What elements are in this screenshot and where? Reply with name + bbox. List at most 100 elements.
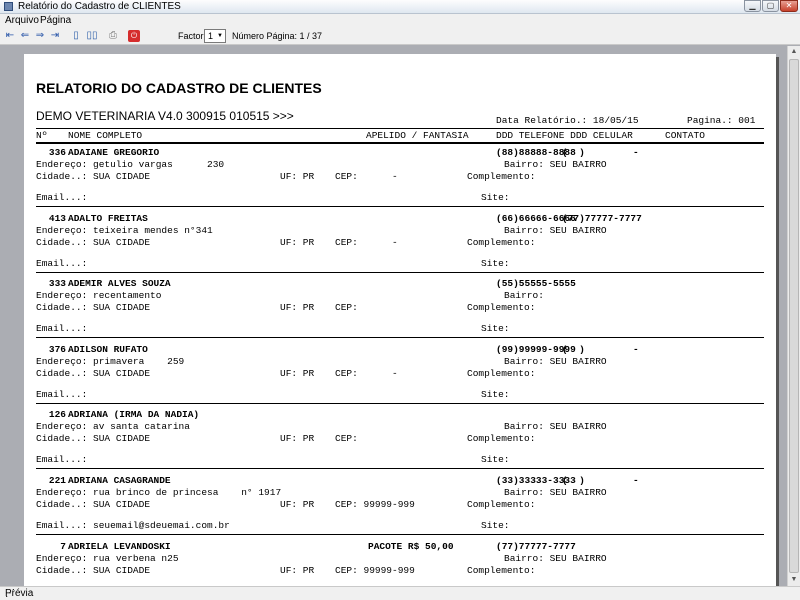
client-cep: CEP: bbox=[335, 433, 358, 444]
last-page-icon[interactable]: ⇥ bbox=[49, 30, 61, 42]
window-title: Relatório do Cadastro de CLIENTES bbox=[18, 1, 181, 12]
next-page-icon[interactable]: ⇒ bbox=[34, 30, 46, 42]
header-name: NOME COMPLETO bbox=[68, 130, 143, 141]
preview-viewport[interactable]: RELATORIO DO CADASTRO DE CLIENTES DEMO V… bbox=[0, 46, 787, 586]
close-button[interactable]: ✕ bbox=[780, 0, 798, 12]
columns-divider bbox=[36, 142, 764, 144]
client-uf: UF: PR bbox=[280, 565, 315, 576]
menu-bar: Arquivo Página bbox=[0, 14, 800, 27]
resize-grip-icon[interactable]: ⋰ bbox=[5, 588, 798, 599]
client-cidade: Cidade..: SUA CIDADE bbox=[36, 171, 151, 182]
client-contact: - bbox=[633, 344, 639, 355]
client-contact: - bbox=[633, 147, 639, 158]
scroll-up-icon[interactable]: ▲ bbox=[788, 46, 800, 58]
header-divider bbox=[36, 128, 764, 129]
client-name: ADILSON RUFATO bbox=[68, 344, 148, 355]
client-phone: (55)55555-5555 bbox=[496, 278, 576, 289]
factor-select[interactable]: 1 ▼ bbox=[204, 29, 226, 43]
client-bairro: Bairro: SEU BAIRRO bbox=[504, 356, 607, 367]
client-id: 413 bbox=[48, 213, 66, 224]
menu-arquivo[interactable]: Arquivo bbox=[5, 15, 39, 26]
minimize-icon: ▁ bbox=[749, 1, 756, 10]
previous-page-icon[interactable]: ⇐ bbox=[19, 30, 31, 42]
record-divider bbox=[36, 206, 764, 207]
client-email: Email...: seuemail@sdeuemai.com.br bbox=[36, 520, 230, 531]
client-name: ADALTO FREITAS bbox=[68, 213, 148, 224]
minimize-button[interactable]: ▁ bbox=[744, 0, 761, 12]
company-name: DEMO VETERINARIA V4.0 300915 010515 >>> bbox=[36, 109, 294, 123]
client-id: 376 bbox=[48, 344, 66, 355]
report-title: RELATORIO DO CADASTRO DE CLIENTES bbox=[36, 80, 322, 96]
client-bairro: Bairro: SEU BAIRRO bbox=[504, 225, 607, 236]
title-bar: Relatório do Cadastro de CLIENTES ▁ ▢ ✕ bbox=[0, 0, 800, 14]
print-icon[interactable]: ⎙ bbox=[107, 30, 119, 42]
client-cep: CEP: 99999-999 bbox=[335, 565, 415, 576]
client-address: Endereço: rua verbena n25 bbox=[36, 553, 179, 564]
client-site: Site: bbox=[481, 454, 510, 465]
client-email: Email...: bbox=[36, 389, 88, 400]
client-id: 221 bbox=[48, 475, 66, 486]
client-id: 336 bbox=[48, 147, 66, 158]
client-name: ADAIANE GREGORIO bbox=[68, 147, 160, 158]
page-number-label: Número Página: 1 / 37 bbox=[232, 31, 323, 41]
client-cell: ( ) bbox=[562, 344, 585, 355]
client-complemento: Complemento: bbox=[467, 302, 536, 313]
stop-icon[interactable]: ⏻ bbox=[128, 30, 140, 42]
header-contact: CONTATO bbox=[665, 130, 705, 141]
client-name: ADEMIR ALVES SOUZA bbox=[68, 278, 171, 289]
vertical-scrollbar[interactable]: ▲ ▼ bbox=[787, 46, 800, 586]
chevron-down-icon: ▼ bbox=[217, 33, 223, 39]
client-uf: UF: PR bbox=[280, 302, 315, 313]
client-address: Endereço: av santa catarina bbox=[36, 421, 190, 432]
scroll-down-icon[interactable]: ▼ bbox=[788, 574, 800, 586]
header-num: Nº bbox=[36, 130, 48, 141]
client-complemento: Complemento: bbox=[467, 171, 536, 182]
client-email: Email...: bbox=[36, 192, 88, 203]
client-cep: CEP: - bbox=[335, 237, 398, 248]
toolbar: ⇤ ⇐ ⇒ ⇥ ▯ ▯▯ ⎙ ⏻ Factor: 1 ▼ Número Pági… bbox=[0, 27, 800, 45]
close-icon: ✕ bbox=[785, 1, 793, 10]
two-pages-icon[interactable]: ▯▯ bbox=[86, 30, 98, 42]
client-complemento: Complemento: bbox=[467, 368, 536, 379]
client-name: ADRIANA (IRMA DA NADIA) bbox=[68, 409, 200, 420]
factor-value: 1 bbox=[208, 31, 214, 41]
client-cidade: Cidade..: SUA CIDADE bbox=[36, 368, 151, 379]
client-address: Endereço: rua brinco de princesa n° 1917 bbox=[36, 487, 282, 498]
client-cell: (77)77777-7777 bbox=[562, 213, 642, 224]
client-cidade: Cidade..: SUA CIDADE bbox=[36, 433, 151, 444]
client-site: Site: bbox=[481, 520, 510, 531]
scroll-thumb[interactable] bbox=[789, 59, 799, 573]
client-email: Email...: bbox=[36, 454, 88, 465]
client-address: Endereço: primavera 259 bbox=[36, 356, 185, 367]
client-uf: UF: PR bbox=[280, 171, 315, 182]
report-page: RELATORIO DO CADASTRO DE CLIENTES DEMO V… bbox=[24, 54, 776, 586]
client-name: ADRIELA LEVANDOSKI bbox=[68, 541, 171, 552]
menu-pagina[interactable]: Página bbox=[40, 15, 71, 26]
record-divider bbox=[36, 468, 764, 469]
client-cell: ( ) bbox=[562, 475, 585, 486]
client-bairro: Bairro: SEU BAIRRO bbox=[504, 487, 607, 498]
client-email: Email...: bbox=[36, 258, 88, 269]
client-complemento: Complemento: bbox=[467, 499, 536, 510]
first-page-icon[interactable]: ⇤ bbox=[4, 30, 16, 42]
maximize-button[interactable]: ▢ bbox=[762, 0, 779, 12]
client-uf: UF: PR bbox=[280, 433, 315, 444]
status-bar: Prévia ⋰ bbox=[0, 586, 800, 600]
client-uf: UF: PR bbox=[280, 368, 315, 379]
report-date: Data Relatório.: 18/05/15 bbox=[496, 115, 639, 126]
client-id: 7 bbox=[60, 541, 66, 552]
client-contact: - bbox=[633, 475, 639, 486]
client-site: Site: bbox=[481, 389, 510, 400]
client-complemento: Complemento: bbox=[467, 565, 536, 576]
client-id: 126 bbox=[48, 409, 66, 420]
single-page-icon[interactable]: ▯ bbox=[70, 30, 82, 42]
report-page-number: Pagina.: 001 bbox=[687, 115, 756, 126]
client-bairro: Bairro: SEU BAIRRO bbox=[504, 553, 607, 564]
client-cidade: Cidade..: SUA CIDADE bbox=[36, 565, 151, 576]
client-cidade: Cidade..: SUA CIDADE bbox=[36, 237, 151, 248]
client-site: Site: bbox=[481, 192, 510, 203]
client-pacote: PACOTE R$ 50,00 bbox=[368, 541, 454, 552]
client-cep: CEP: - bbox=[335, 368, 398, 379]
header-alias: APELIDO / FANTASIA bbox=[366, 130, 469, 141]
app-icon bbox=[4, 2, 13, 11]
